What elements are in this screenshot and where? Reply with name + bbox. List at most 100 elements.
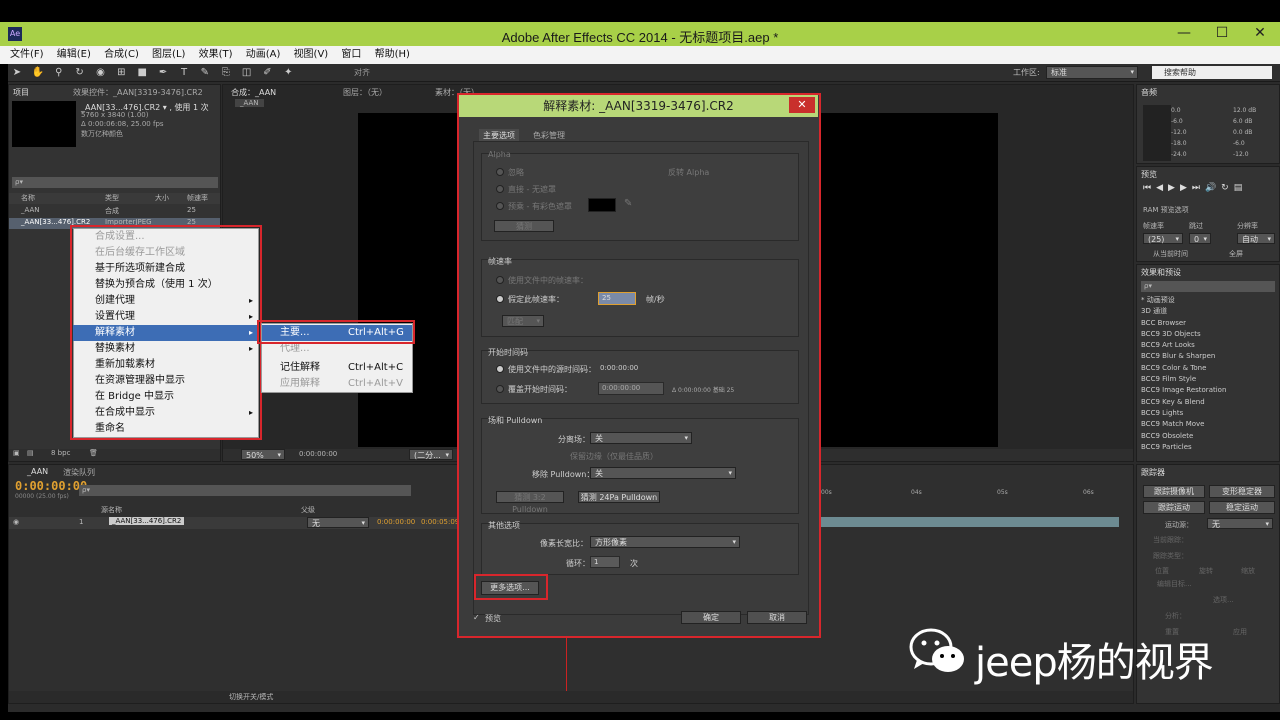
tab-composition[interactable]: 合成：_AAN: [231, 87, 276, 98]
col-type[interactable]: 类型: [105, 193, 119, 203]
brush-tool-icon[interactable]: ✎: [198, 66, 212, 80]
folder-icon[interactable]: ▣: [13, 449, 20, 457]
preview-fps-select[interactable]: (25): [1143, 233, 1183, 245]
tab-audio[interactable]: 音频: [1141, 87, 1157, 98]
tab-effects-presets[interactable]: 效果和预设: [1141, 267, 1181, 278]
from-current-checkbox[interactable]: 从当前时间: [1153, 249, 1188, 259]
bpc-label[interactable]: 8 bpc: [51, 449, 70, 457]
pan-behind-tool-icon[interactable]: ⊞: [114, 66, 128, 80]
trash-icon[interactable]: 🗑: [89, 449, 98, 457]
menu-file[interactable]: 文件(F): [10, 46, 44, 64]
dialog-close-button[interactable]: ✕: [789, 97, 815, 113]
list-item[interactable]: BCC9 Particles: [1137, 442, 1277, 453]
effects-search-input[interactable]: ρ▾: [1141, 281, 1275, 292]
snap-label[interactable]: 对齐: [354, 67, 370, 78]
motion-source-select[interactable]: 无: [1207, 518, 1273, 530]
col-size[interactable]: 大小: [155, 193, 169, 203]
playback-controls[interactable]: ⏮◀▶▶⏭🔊↻▤: [1143, 183, 1247, 193]
menu-composition[interactable]: 合成(C): [104, 46, 139, 64]
guess-alpha-button[interactable]: 猜测: [494, 220, 554, 232]
menu-window[interactable]: 窗口: [341, 46, 361, 64]
list-item[interactable]: BCC9 3D Objects: [1137, 329, 1277, 340]
preview-skip-select[interactable]: 0: [1189, 233, 1211, 245]
switch-modes-toggle[interactable]: 切换开关/模式: [229, 692, 273, 702]
loop-input[interactable]: 1: [590, 556, 620, 568]
roto-tool-icon[interactable]: ✐: [261, 66, 275, 80]
resolution-select[interactable]: (二分...: [409, 449, 453, 461]
timeline-search-input[interactable]: ρ▾: [79, 485, 411, 496]
layer-duration-bar[interactable]: [821, 517, 1119, 527]
menu-animation[interactable]: 动画(A): [246, 46, 281, 64]
preserve-edges-checkbox[interactable]: 保留边缘（仅最佳品质）: [570, 451, 658, 462]
list-item[interactable]: BCC9 Lights: [1137, 408, 1277, 419]
list-item[interactable]: BCC9 Blur & Sharpen: [1137, 351, 1277, 362]
cancel-button[interactable]: 取消: [747, 611, 807, 624]
help-search-input[interactable]: 搜索帮助: [1152, 66, 1272, 79]
list-item[interactable]: * 动画预设: [1137, 295, 1277, 306]
col-fps[interactable]: 帧速率: [187, 193, 208, 203]
pixel-aspect-select[interactable]: 方形像素: [590, 536, 740, 548]
eye-icon[interactable]: ◉: [13, 518, 19, 526]
layer-name[interactable]: _AAN[33...476].CR2: [109, 517, 185, 525]
list-item[interactable]: BCC9 Film Style: [1137, 374, 1277, 385]
list-item[interactable]: BCC Browser: [1137, 318, 1277, 329]
layer-row[interactable]: ◉ 1 _AAN[33...476].CR2 无 0:00:00:00 0:00…: [9, 517, 459, 529]
rotate-tool-icon[interactable]: ↻: [73, 66, 87, 80]
remap-select[interactable]: 匹配: [502, 315, 544, 327]
text-tool-icon[interactable]: T: [177, 66, 191, 80]
list-item[interactable]: BCC9 Image Restoration: [1137, 385, 1277, 396]
workspace-select[interactable]: 标准: [1046, 66, 1138, 79]
menu-edit[interactable]: 编辑(E): [57, 46, 91, 64]
tab-layer[interactable]: 图层：（无）: [343, 87, 387, 98]
mask-tool-icon[interactable]: ■: [135, 66, 149, 80]
guess-3-2-button[interactable]: 猜测 3:2 Pulldown: [496, 491, 564, 514]
pen-tool-icon[interactable]: ✒: [156, 66, 170, 80]
submenu-remember[interactable]: 记住解释 Ctrl+Alt+C: [262, 360, 412, 376]
col-name[interactable]: 名称: [21, 193, 35, 203]
eyedropper-icon[interactable]: ✎: [624, 198, 632, 209]
submenu-apply[interactable]: 应用解释 Ctrl+Alt+V: [262, 376, 412, 392]
track-motion-button[interactable]: 跟踪运动: [1143, 501, 1205, 514]
table-row[interactable]: _AAN 合成 25: [9, 206, 220, 217]
guess-24pa-button[interactable]: 猜测 24Pa Pulldown: [578, 491, 660, 503]
preview-check-icon[interactable]: ✓: [473, 613, 480, 622]
selection-tool-icon[interactable]: ➤: [10, 66, 24, 80]
remove-pulldown-select[interactable]: 关: [590, 467, 736, 479]
menu-effect[interactable]: 效果(T): [199, 46, 233, 64]
tab-tracker[interactable]: 跟踪器: [1141, 467, 1165, 478]
warp-stabilizer-button[interactable]: 变形稳定器: [1209, 485, 1275, 498]
override-timecode-input[interactable]: 0:00:00:00: [598, 382, 664, 395]
menu-view[interactable]: 视图(V): [294, 46, 329, 64]
maximize-button[interactable]: ☐: [1210, 25, 1234, 41]
list-item[interactable]: 3D 通道: [1137, 306, 1277, 317]
tab-timeline-comp[interactable]: _AAN: [27, 467, 48, 476]
list-item[interactable]: BCC9 Art Looks: [1137, 340, 1277, 351]
list-item[interactable]: BCC9 Key & Blend: [1137, 397, 1277, 408]
project-search-input[interactable]: ρ▾: [12, 177, 218, 188]
track-camera-button[interactable]: 跟踪摄像机: [1143, 485, 1205, 498]
parent-select[interactable]: 无: [307, 517, 369, 529]
minimize-button[interactable]: —: [1172, 25, 1196, 41]
menu-layer[interactable]: 图层(L): [152, 46, 185, 64]
timeline-timecode[interactable]: 0:00:00:00: [15, 479, 87, 493]
separate-fields-select[interactable]: 关: [590, 432, 692, 444]
list-item[interactable]: BCC9 Obsolete: [1137, 431, 1277, 442]
list-item[interactable]: BCC9 Color & Tone: [1137, 363, 1277, 374]
clone-tool-icon[interactable]: ⎘: [219, 66, 233, 80]
frame-rate-input[interactable]: 25: [598, 292, 636, 305]
zoom-select[interactable]: 50%: [241, 449, 285, 461]
zoom-tool-icon[interactable]: ⚲: [52, 66, 66, 80]
viewer-timecode[interactable]: 0:00:00:00: [299, 450, 337, 458]
ok-button[interactable]: 确定: [681, 611, 741, 624]
eraser-tool-icon[interactable]: ◫: [240, 66, 254, 80]
stabilize-motion-button[interactable]: 稳定运动: [1209, 501, 1275, 514]
close-window-button[interactable]: ✕: [1248, 25, 1272, 41]
preview-checkbox[interactable]: 预览: [485, 613, 501, 624]
list-item[interactable]: BCC9 Match Move: [1137, 419, 1277, 430]
camera-tool-icon[interactable]: ◉: [94, 66, 108, 80]
comp-subtab[interactable]: _AAN: [235, 99, 264, 107]
new-folder-icon[interactable]: ▤: [27, 449, 34, 457]
preview-res-select[interactable]: 自动: [1237, 233, 1275, 245]
puppet-tool-icon[interactable]: ✦: [281, 66, 295, 80]
hand-tool-icon[interactable]: ✋: [31, 66, 45, 80]
